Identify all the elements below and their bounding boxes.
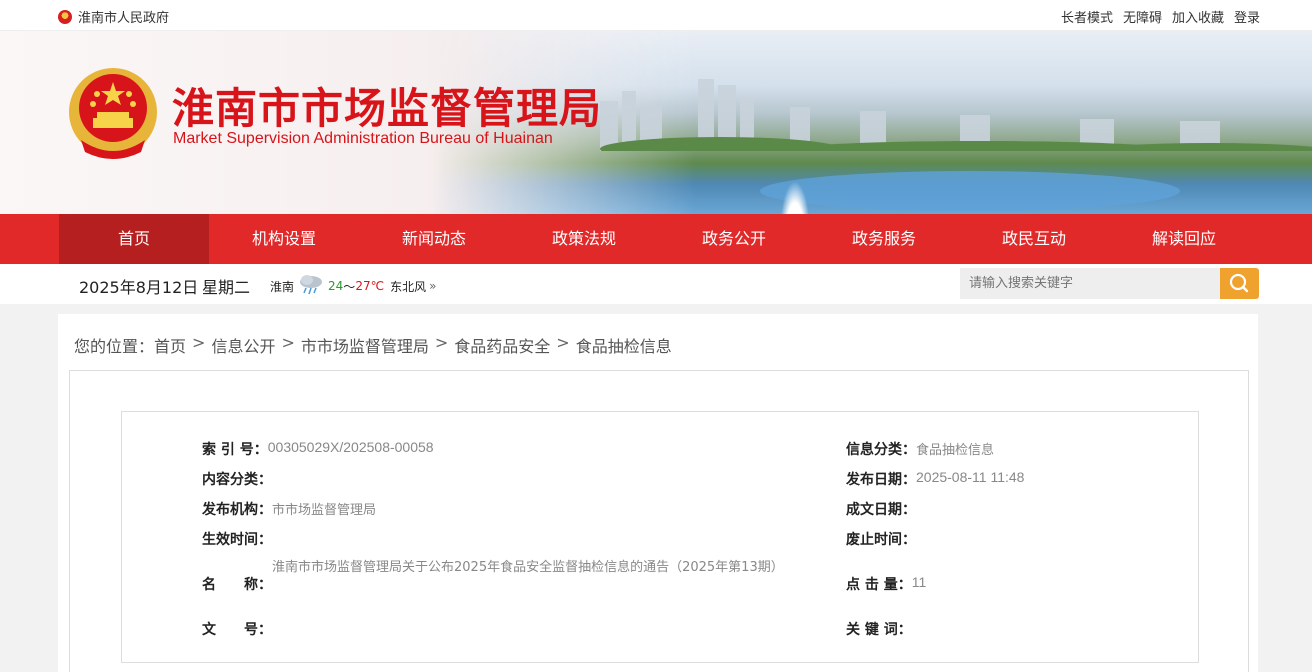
effective-label: 生效时间： <box>202 532 272 548</box>
site-title-english: Market Supervision Administration Bureau… <box>173 130 553 147</box>
pubdate-value: 2025-08-11 11:48 <box>916 469 1025 485</box>
docno-row: 文 号： <box>202 619 272 639</box>
search-box <box>960 268 1259 299</box>
nav-item-news[interactable]: 新闻动态 <box>359 214 509 264</box>
accessibility-link[interactable]: 无障碍 <box>1123 7 1162 26</box>
clicks-label: 点 击 量： <box>846 577 912 593</box>
main-nav: 首页 机构设置 新闻动态 政策法规 政务公开 政务服务 政民互动 解读回应 <box>0 214 1312 264</box>
docno-label: 文 号： <box>202 622 272 638</box>
nav-item-interpretation[interactable]: 解读回应 <box>1109 214 1259 264</box>
add-favorite-link[interactable]: 加入收藏 <box>1172 7 1224 26</box>
clicks-row: 点 击 量： 11 <box>846 574 926 594</box>
breadcrumb-sep: > <box>192 333 206 352</box>
breadcrumb-sep: > <box>434 333 449 352</box>
name-label: 名 称： <box>202 577 272 593</box>
content-category-row: 内容分类： <box>202 469 272 489</box>
fountain-graphic <box>780 181 810 214</box>
header-banner: 淮南市市场监督管理局 Market Supervision Administra… <box>0 31 1312 214</box>
rain-cloud-icon <box>300 275 323 295</box>
effective-row: 生效时间： <box>202 529 272 549</box>
breadcrumb-sep: > <box>556 333 570 352</box>
skyline-buildings-graphic <box>600 79 1312 151</box>
lake-graphic <box>760 171 1180 211</box>
national-emblem-icon <box>58 9 72 24</box>
current-date: 2025年8月12日 <box>79 278 199 297</box>
main-content: 您的位置： 首页 > 信息公开 > 市市场监督管理局 > 食品药品安全 > 食品… <box>58 314 1258 672</box>
category-value: 食品抽检信息 <box>916 443 995 458</box>
category-row: 信息分类： 食品抽检信息 <box>846 439 994 459</box>
weather-temp-sep: ～ <box>343 279 356 294</box>
abolish-row: 废止时间： <box>846 529 916 549</box>
breadcrumb-prefix: 您的位置： <box>74 337 155 356</box>
search-icon <box>1229 273 1249 293</box>
keywords-label: 关 键 词： <box>846 622 912 638</box>
current-weekday: 星期二 <box>202 278 251 297</box>
national-emblem-logo <box>69 68 157 159</box>
nav-item-home[interactable]: 首页 <box>59 214 209 264</box>
top-bar: 淮南市人民政府 长者模式 无障碍 加入收藏 登录 <box>0 0 1312 31</box>
breadcrumb: 您的位置： 首页 > 信息公开 > 市市场监督管理局 > 食品药品安全 > 食品… <box>74 333 672 357</box>
nav-item-interaction[interactable]: 政民互动 <box>959 214 1109 264</box>
abolish-label: 废止时间： <box>846 532 916 548</box>
top-links: 长者模式 无障碍 加入收藏 登录 <box>1061 7 1260 26</box>
name-row: 名 称： <box>202 574 272 594</box>
clicks-value: 11 <box>911 574 927 590</box>
metadata-table: 索 引 号： 00305029X/202508-00058 内容分类： 发布机构… <box>121 411 1199 663</box>
written-row: 成文日期： <box>846 499 916 519</box>
search-input[interactable] <box>960 268 1220 299</box>
breadcrumb-info-public[interactable]: 信息公开 <box>211 333 275 357</box>
gov-name[interactable]: 淮南市人民政府 <box>78 7 169 26</box>
written-label: 成文日期： <box>846 502 916 518</box>
breadcrumb-home[interactable]: 首页 <box>154 333 186 357</box>
breadcrumb-sep: > <box>281 333 295 352</box>
weather-more-icon[interactable]: » <box>429 279 436 293</box>
pubdate-row: 发布日期： 2025-08-11 11:48 <box>846 469 1024 489</box>
login-link[interactable]: 登录 <box>1234 7 1260 26</box>
breadcrumb-food-inspection[interactable]: 食品抽检信息 <box>576 333 672 357</box>
gov-link[interactable]: 淮南市人民政府 <box>58 7 169 26</box>
weather-low-temp: 24 <box>328 279 344 293</box>
index-value: 00305029X/202508-00058 <box>267 439 434 455</box>
breadcrumb-food-drug[interactable]: 食品药品安全 <box>454 333 550 357</box>
nav-item-organization[interactable]: 机构设置 <box>209 214 359 264</box>
elder-mode-link[interactable]: 长者模式 <box>1061 7 1113 26</box>
article-container: 索 引 号： 00305029X/202508-00058 内容分类： 发布机构… <box>69 370 1249 672</box>
nav-item-policy[interactable]: 政策法规 <box>509 214 659 264</box>
keywords-row: 关 键 词： <box>846 619 912 639</box>
category-label: 信息分类： <box>846 442 916 458</box>
nav-item-gov-affairs[interactable]: 政务公开 <box>659 214 809 264</box>
pubdate-label: 发布日期： <box>846 472 916 488</box>
site-title: 淮南市市场监督管理局 <box>172 84 603 133</box>
index-row: 索 引 号： 00305029X/202508-00058 <box>202 439 434 459</box>
org-row: 发布机构： 市市场监督管理局 <box>202 499 376 519</box>
weather-high-temp: 27℃ <box>355 279 385 293</box>
org-value: 市市场监督管理局 <box>272 503 377 518</box>
weather-city: 淮南 <box>270 279 295 294</box>
breadcrumb-bureau[interactable]: 市市场监督管理局 <box>301 333 429 357</box>
nav-item-gov-services[interactable]: 政务服务 <box>809 214 959 264</box>
weather-widget[interactable]: 淮南 24 ～ 27℃ 东北风 » <box>270 275 436 297</box>
search-button[interactable] <box>1220 268 1259 299</box>
weather-wind: 东北风 <box>390 279 427 294</box>
name-value: 淮南市市场监督管理局关于公布2025年食品安全监督抽检信息的通告（2025年第1… <box>272 560 784 575</box>
content-category-label: 内容分类： <box>202 472 272 488</box>
org-label: 发布机构： <box>202 502 272 518</box>
info-bar: 2025年8月12日 星期二 淮南 24 ～ 27℃ 东北风 » <box>0 264 1312 304</box>
name-value-wrap: 淮南市市场监督管理局关于公布2025年食品安全监督抽检信息的通告（2025年第1… <box>272 557 792 579</box>
index-label: 索 引 号： <box>202 442 268 458</box>
